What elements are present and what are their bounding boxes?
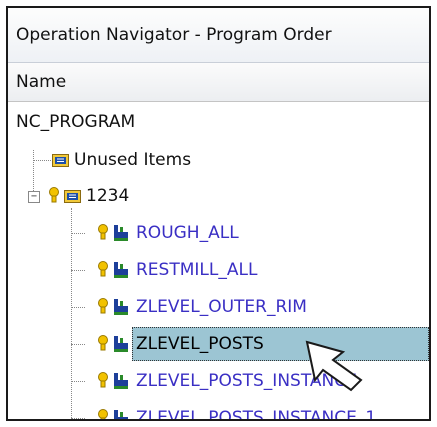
tree-item-label: Unused Items: [74, 150, 192, 170]
lightbulb-icon: [98, 335, 108, 351]
tree-item-operation[interactable]: ZLEVEL_POSTS_INSTANCE_1: [8, 400, 429, 421]
operation-icon: [114, 262, 128, 278]
tree-item-group-1234[interactable]: − 1234: [8, 178, 429, 215]
lightbulb-icon: [98, 372, 108, 388]
tree-item-label: 1234: [86, 186, 130, 206]
tree-guide-line: [71, 418, 85, 419]
tree-item-operation[interactable]: ROUGH_ALL: [8, 215, 429, 252]
tree-item-nc-program[interactable]: NC_PROGRAM: [8, 104, 429, 141]
lightbulb-icon: [98, 298, 108, 314]
tree-guide-line: [71, 270, 85, 271]
lightbulb-icon: [98, 261, 108, 277]
operation-label: ZLEVEL_POSTS_INSTANCE_1: [136, 408, 377, 421]
operation-icon: [114, 336, 128, 352]
tree-item-operation[interactable]: RESTMILL_ALL: [8, 252, 429, 289]
folder-icon: [52, 154, 69, 167]
operation-icon: [114, 410, 128, 419]
collapse-toggle-icon[interactable]: −: [28, 191, 40, 203]
tree-guide-line: [71, 381, 85, 382]
tree-item-operation[interactable]: ZLEVEL_OUTER_RIM: [8, 289, 429, 326]
folder-icon: [64, 190, 81, 203]
operation-label: RESTMILL_ALL: [136, 260, 258, 280]
tree-guide-line: [71, 233, 85, 234]
lightbulb-icon: [98, 409, 108, 419]
operation-label: ROUGH_ALL: [136, 223, 239, 243]
pointer-cursor-icon: [305, 340, 363, 392]
operation-icon: [114, 225, 128, 241]
tree-guide-line: [71, 344, 85, 345]
operation-navigator-panel: Operation Navigator - Program Order Name…: [6, 6, 431, 421]
tree-item-label: NC_PROGRAM: [16, 112, 136, 132]
column-header-name[interactable]: Name: [8, 63, 429, 102]
operation-label: ZLEVEL_OUTER_RIM: [136, 297, 307, 317]
tree-guide-line: [71, 307, 85, 308]
lightbulb-icon: [98, 224, 108, 240]
tree-item-unused-items[interactable]: Unused Items: [8, 142, 429, 179]
operation-icon: [114, 299, 128, 315]
lightbulb-icon: [49, 187, 59, 203]
operation-icon: [114, 373, 128, 389]
operation-label: ZLEVEL_POSTS: [136, 334, 264, 354]
panel-title: Operation Navigator - Program Order: [8, 8, 429, 63]
